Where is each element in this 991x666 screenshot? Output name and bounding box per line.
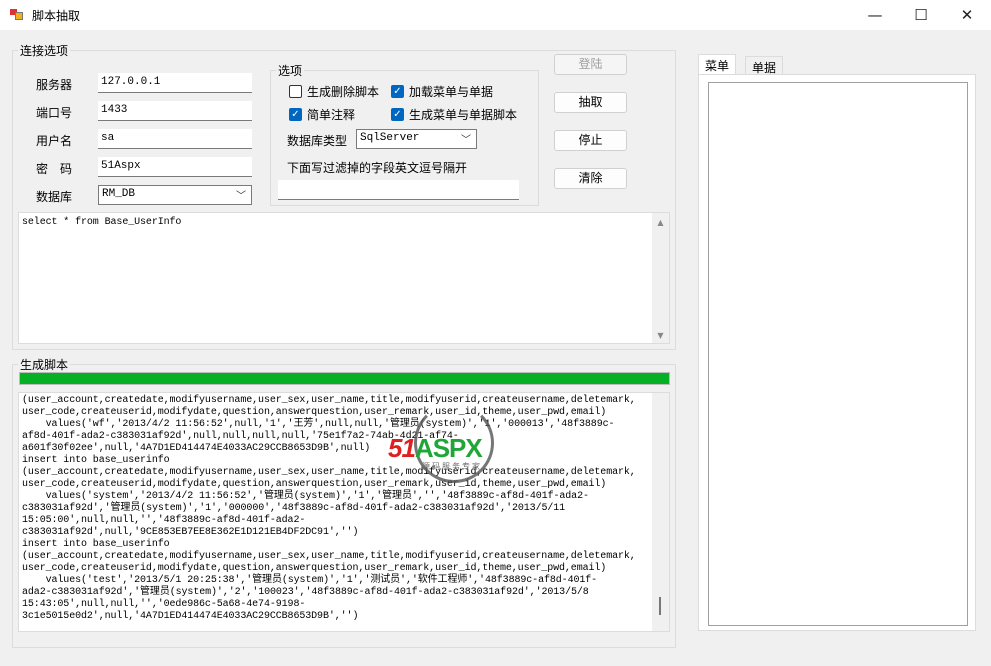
password-label: 密 码 [36,162,73,176]
progress-bar [19,372,670,385]
output-line: user_code,createuserid,modifydate,questi… [22,407,607,418]
tab-documents[interactable]: 单据 [745,56,784,75]
maximize-button[interactable]: ☐ [898,0,944,30]
query-scrollbar[interactable]: ▲ ▼ [652,213,669,343]
chevron-down-icon: ﹀ [236,192,246,203]
output-line: 3c1e5015e0d2',null,'4A7D1ED414474E4033AC… [22,611,359,622]
database-select[interactable]: RM_DB ﹀ [98,185,252,205]
output-text: (user_account,createdate,modifyusername,… [22,395,636,623]
port-label: 端口号 [36,106,73,120]
output-line: af8d-401f-ada2-c383031af92d',null,null,n… [22,431,459,442]
output-line: user_code,createuserid,modifydate,questi… [22,563,607,574]
gen-menu-script-checkbox[interactable]: ✓ [391,108,404,121]
gen-delete-checkbox[interactable] [289,85,302,98]
tab-panel [698,74,976,631]
query-text: select * from Base_UserInfo [22,217,182,228]
query-textarea[interactable]: select * from Base_UserInfo ▲ ▼ [18,212,670,344]
database-value: RM_DB [102,188,136,200]
app-icon [10,9,23,20]
output-line: insert into base_userinfo [22,455,170,466]
load-menu-label: 加载菜单与单据 [409,85,494,99]
connection-group-label: 连接选项 [18,42,71,59]
output-textarea[interactable]: (user_account,createdate,modifyusername,… [18,392,670,632]
server-input[interactable]: 127.0.0.1 [98,73,252,93]
filter-label: 下面写过滤掉的字段英文逗号隔开 [287,161,468,175]
dbtype-label: 数据库类型 [287,134,348,148]
database-label: 数据库 [36,190,73,204]
user-input[interactable]: sa [98,129,252,149]
password-input[interactable]: 51Aspx [98,157,252,177]
gen-delete-label: 生成删除脚本 [307,85,380,99]
port-input[interactable]: 1433 [98,101,252,121]
scroll-down-icon: ▼ [657,331,664,340]
output-scrollbar[interactable] [652,393,669,631]
output-line: c383031af92d',null,'9CE853EB7EE8E362E1D1… [22,527,359,538]
user-label: 用户名 [36,134,73,148]
dbtype-value: SqlServer [360,132,420,144]
minimize-button[interactable]: — [852,0,898,30]
menu-tree[interactable] [708,82,968,626]
chevron-down-icon: ﹀ [461,136,471,147]
output-line: 15:05:00',null,null,'','48f3889c-af8d-40… [22,515,306,526]
load-menu-checkbox[interactable]: ✓ [391,85,404,98]
output-line: values('wf','2013/4/2 11:56:52',null,'1'… [22,419,615,430]
output-line: (user_account,createdate,modifyusername,… [22,467,636,478]
options-group-label: 选项 [276,62,305,79]
stop-button[interactable]: 停止 [554,130,627,151]
output-line: (user_account,createdate,modifyusername,… [22,395,636,406]
output-line: 15:43:05',null,null,'','0ede986c-5a68-4e… [22,599,306,610]
title-bar: 脚本抽取 — ☐ ✕ [0,0,991,30]
output-line: user_code,createuserid,modifydate,questi… [22,479,607,490]
output-line: insert into base_userinfo [22,539,170,550]
window-title: 脚本抽取 [32,9,81,23]
filter-input[interactable] [278,180,519,200]
output-line: values('test','2013/5/1 20:25:38','管理员(s… [22,575,598,586]
simple-comment-checkbox[interactable]: ✓ [289,108,302,121]
scroll-up-icon: ▲ [657,218,664,227]
gen-menu-script-label: 生成菜单与单据脚本 [409,108,518,122]
server-label: 服务器 [36,78,73,92]
output-line: values('system','2013/4/2 11:56:52','管理员… [22,491,589,502]
simple-comment-label: 简单注释 [307,108,356,122]
tab-menu[interactable]: 菜单 [698,54,737,75]
clear-button[interactable]: 清除 [554,168,627,189]
dbtype-select[interactable]: SqlServer ﹀ [356,129,477,149]
progress-fill [20,373,669,384]
output-line: (user_account,createdate,modifyusername,… [22,551,636,562]
login-button[interactable]: 登陆 [554,54,627,75]
close-button[interactable]: ✕ [944,0,990,30]
extract-button[interactable]: 抽取 [554,92,627,113]
scroll-thumb[interactable] [659,597,661,615]
output-line: ada2-c383031af92d','管理员(system)','2','10… [22,587,589,598]
output-line: c383031af92d','管理员(system)','1','000000'… [22,503,566,514]
output-line: a601f30f02ee',null,'4A7D1ED414474E4033AC… [22,443,371,454]
output-group-label: 生成脚本 [18,356,71,373]
